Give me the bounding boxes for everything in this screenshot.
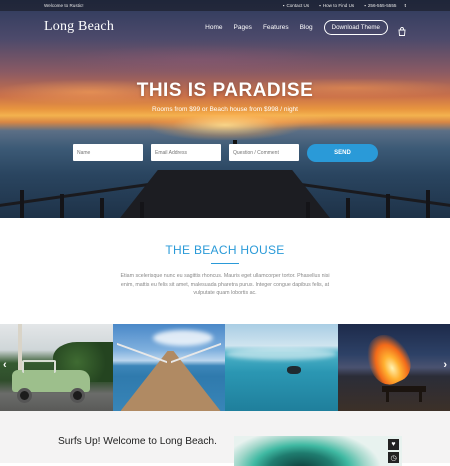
contact-label: Contact Us — [286, 3, 309, 8]
hero-title: THIS IS PARADISE — [0, 80, 450, 102]
name-input[interactable] — [73, 144, 143, 161]
question-input[interactable] — [229, 144, 299, 161]
download-theme-button[interactable]: Download Theme — [324, 20, 388, 35]
gallery-image-surfer[interactable] — [225, 324, 338, 411]
clock-icon[interactable]: ◷ — [388, 452, 399, 463]
phone-link[interactable]: ▪ 256-555-5555 — [364, 3, 396, 8]
shopping-bag-icon[interactable] — [398, 23, 406, 31]
nav-item-features[interactable]: Features — [263, 24, 289, 31]
heart-icon[interactable]: ♥ — [388, 439, 399, 450]
topbar: Welcome to Rustic! ▪ Contact Us ▪ How to… — [0, 0, 450, 11]
nav-item-blog[interactable]: Blog — [300, 24, 313, 31]
gallery-image-jeep[interactable] — [0, 324, 113, 411]
find-us-label: How to Find Us — [323, 3, 354, 8]
phone-icon: ▪ — [364, 3, 366, 8]
find-us-link[interactable]: ▪ How to Find Us — [319, 3, 354, 8]
welcome-heading: Surfs Up! Welcome to Long Beach. — [58, 435, 218, 448]
chat-icon: ▪ — [283, 3, 285, 8]
nav-item-pages[interactable]: Pages — [234, 24, 252, 31]
twitter-icon[interactable]: t — [404, 3, 406, 8]
gallery-prev-arrow[interactable]: ‹ — [3, 360, 7, 371]
hero-subtitle: Rooms from $99 or Beach house from $998 … — [0, 106, 450, 113]
location-icon: ▪ — [319, 3, 321, 8]
send-button[interactable]: SEND — [307, 144, 378, 162]
gallery-image-bonfire[interactable] — [338, 324, 450, 411]
gallery-image-jetty[interactable] — [113, 324, 226, 411]
section-title: THE BEACH HOUSE — [0, 243, 450, 257]
email-input[interactable] — [151, 144, 221, 161]
booking-form: SEND — [73, 144, 378, 162]
sun-glow — [150, 110, 300, 140]
main-nav: Long Beach Home Pages Features Blog Down… — [0, 16, 450, 38]
pier-silhouette — [0, 156, 450, 218]
image-actions: ♥ ◷ — [388, 439, 399, 463]
site-logo[interactable]: Long Beach — [44, 19, 194, 35]
section-text: Etiam scelerisque nunc eu sagittis rhonc… — [115, 272, 335, 298]
hero-section: Welcome to Rustic! ▪ Contact Us ▪ How to… — [0, 0, 450, 218]
gallery-next-arrow[interactable]: › — [443, 360, 447, 371]
nav-item-home[interactable]: Home — [205, 24, 222, 31]
wave-image — [234, 436, 402, 466]
welcome-section: Surfs Up! Welcome to Long Beach. ♥ ◷ — [0, 411, 450, 463]
beach-house-section: THE BEACH HOUSE Etiam scelerisque nunc e… — [0, 218, 450, 324]
image-gallery: ‹ › — [0, 324, 450, 411]
title-divider — [211, 263, 239, 264]
contact-link[interactable]: ▪ Contact Us — [283, 3, 309, 8]
welcome-text: Welcome to Rustic! — [44, 3, 273, 8]
phone-label: 256-555-5555 — [368, 3, 397, 8]
